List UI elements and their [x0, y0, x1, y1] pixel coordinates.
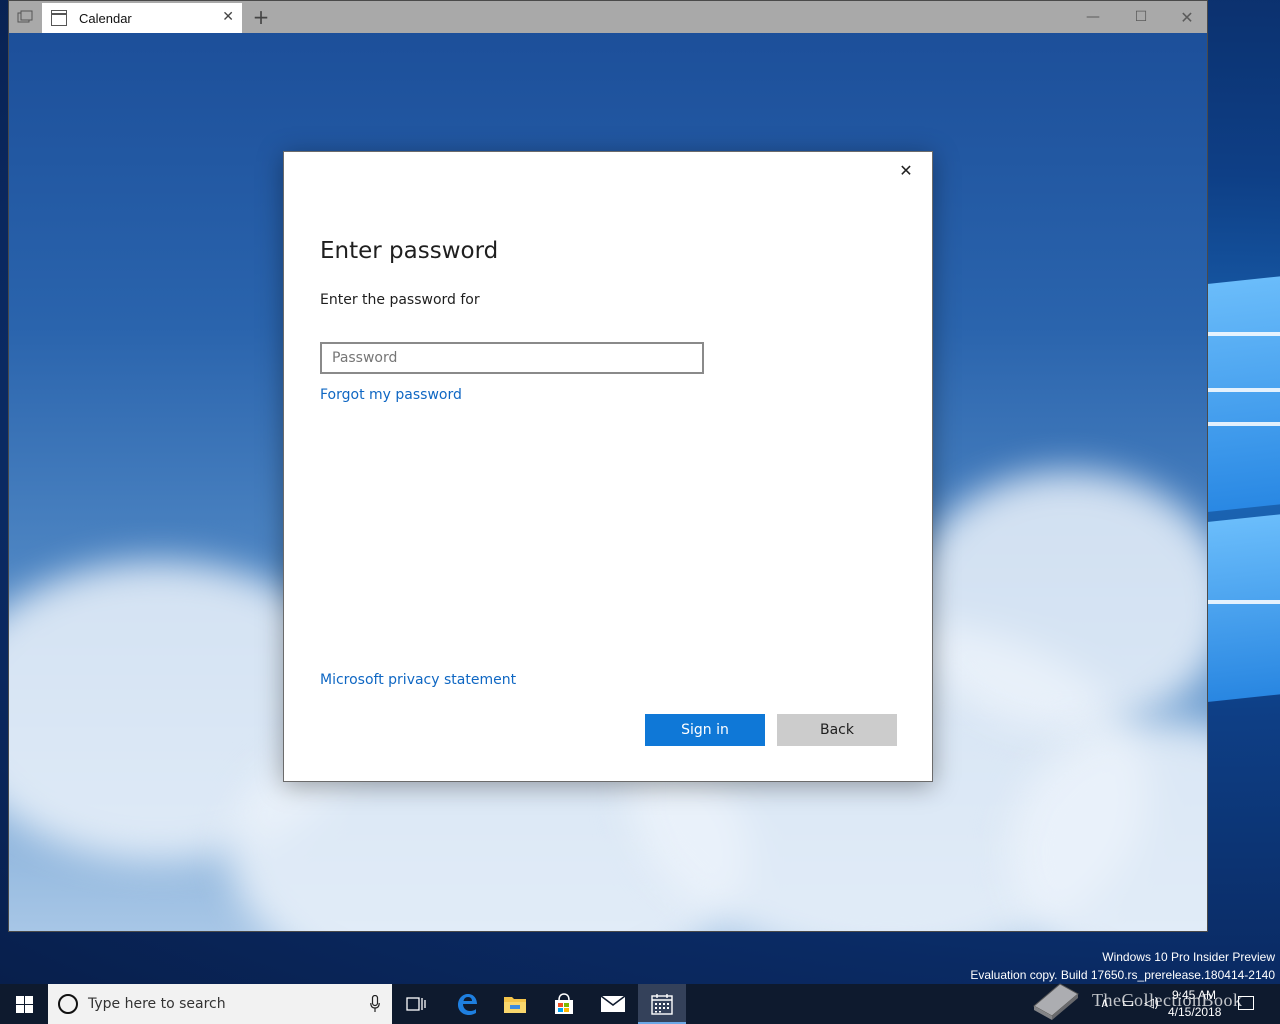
password-input[interactable]	[320, 342, 704, 374]
store-icon[interactable]	[540, 984, 588, 1024]
minimize-button[interactable]: —	[1073, 1, 1113, 33]
taskbar: Type here to search ∧ ▭ ◁) 9:45 AM 4/15/…	[0, 984, 1280, 1024]
taskbar-search-box[interactable]: Type here to search	[48, 984, 392, 1024]
microphone-icon[interactable]	[370, 995, 380, 1013]
file-explorer-icon[interactable]	[491, 984, 539, 1024]
book-logo-icon	[1033, 983, 1079, 1020]
mail-icon[interactable]	[589, 984, 637, 1024]
calendar-taskbar-icon[interactable]	[638, 984, 686, 1024]
title-bar: Calendar ✕ + — ☐ ✕	[9, 1, 1207, 33]
back-button[interactable]: Back	[777, 714, 897, 746]
watermark-edition: Windows 10 Pro Insider Preview	[1102, 950, 1275, 964]
close-window-button[interactable]: ✕	[1167, 1, 1207, 33]
dialog-subtitle: Enter the password for	[320, 292, 480, 308]
dialog-title: Enter password	[320, 238, 499, 264]
privacy-statement-link[interactable]: Microsoft privacy statement	[320, 672, 516, 688]
task-view-icon[interactable]	[392, 984, 440, 1024]
start-button[interactable]	[0, 984, 48, 1024]
watermark-build: Evaluation copy. Build 17650.rs_prerelea…	[970, 968, 1275, 982]
new-tab-button[interactable]: +	[247, 1, 275, 33]
enter-password-dialog: ✕ Enter password Enter the password for …	[283, 151, 933, 782]
tab-title: Calendar	[79, 10, 132, 26]
tab-set-icon[interactable]	[9, 1, 41, 33]
tab-calendar[interactable]: Calendar ✕	[42, 3, 242, 33]
edge-icon[interactable]	[443, 984, 491, 1024]
dialog-close-icon[interactable]: ✕	[894, 158, 918, 182]
maximize-button[interactable]: ☐	[1121, 1, 1161, 33]
tab-close-icon[interactable]: ✕	[222, 9, 234, 25]
sign-in-button[interactable]: Sign in	[645, 714, 765, 746]
desktop: Calendar ✕ + — ☐ ✕ ✕ Enter password Ente…	[0, 0, 1280, 984]
search-placeholder: Type here to search	[88, 996, 226, 1012]
watermark-logo-text: TheCollectionBook	[1092, 990, 1243, 1010]
windows-logo-wallpaper	[1205, 275, 1280, 703]
calendar-icon	[51, 10, 67, 26]
windows-start-icon	[15, 995, 33, 1013]
cortana-icon	[58, 994, 78, 1014]
forgot-password-link[interactable]: Forgot my password	[320, 387, 462, 403]
